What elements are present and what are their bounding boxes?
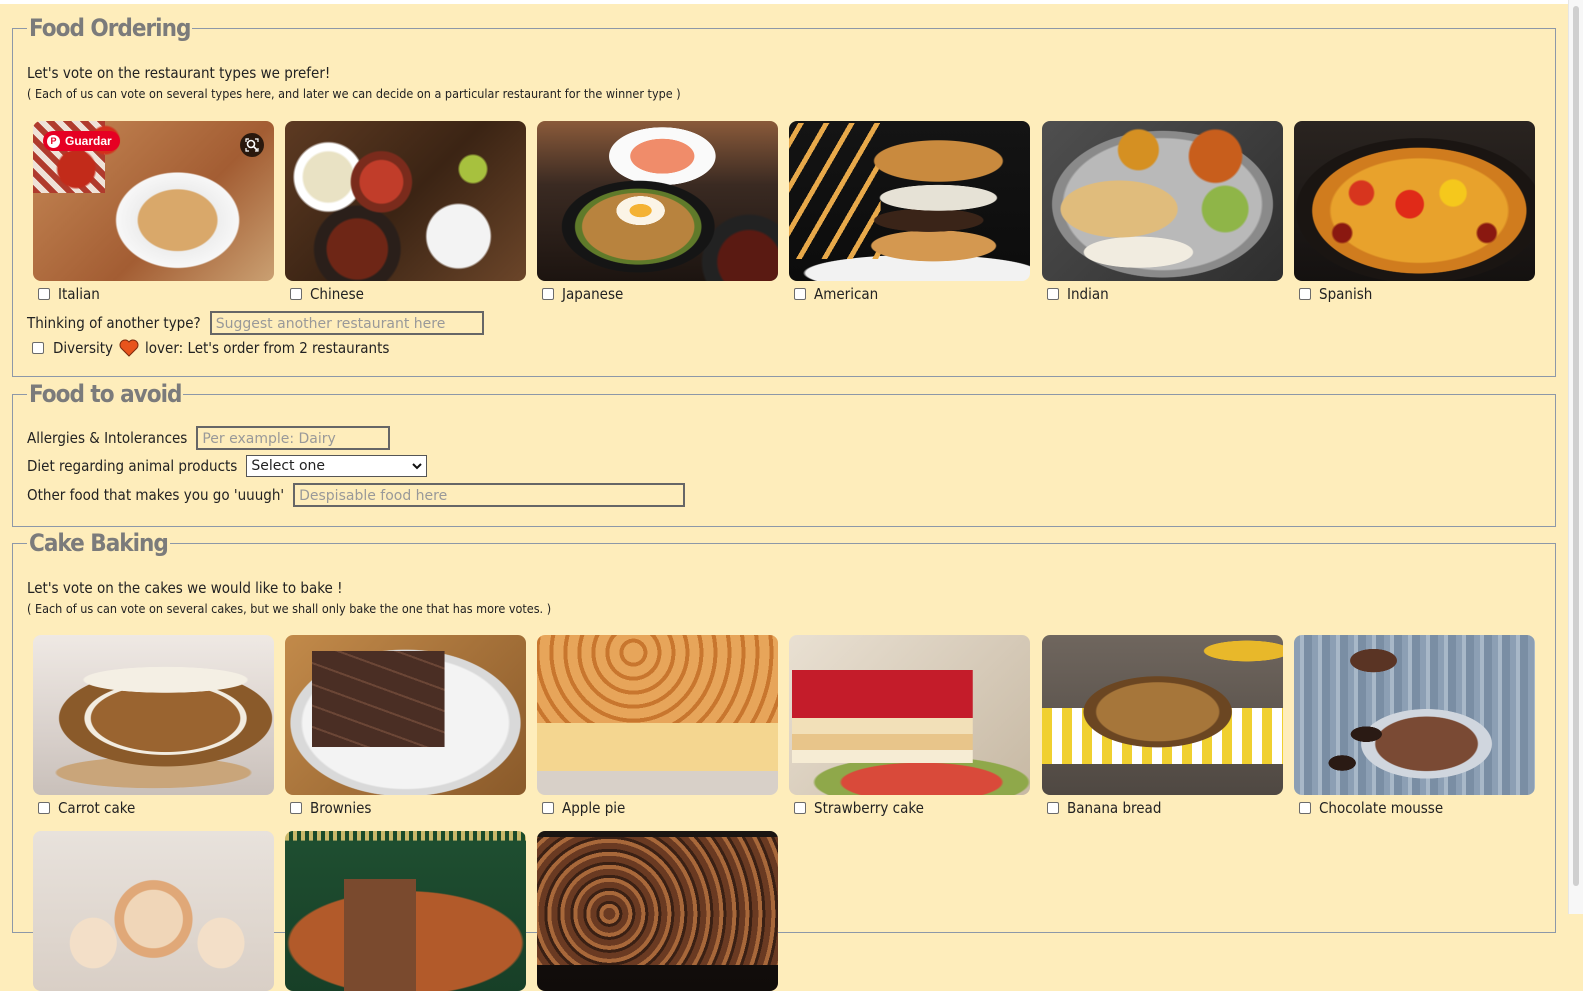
- nut-tart-image: [537, 831, 778, 991]
- apple-pie-image: [537, 635, 778, 795]
- diversity-label-end: lover: Let's order from 2 restaurants: [145, 339, 390, 357]
- banana-bread-checkbox[interactable]: [1047, 802, 1059, 814]
- diet-select[interactable]: Select one: [246, 455, 428, 477]
- allergies-label: Allergies & Intolerances: [27, 429, 188, 447]
- strawberry-cake-label: Strawberry cake: [814, 799, 924, 817]
- chinese-checkbox[interactable]: [290, 288, 302, 300]
- american-food-image: [789, 121, 1030, 281]
- scrollbar-thumb[interactable]: [1573, 6, 1579, 886]
- italian-checkbox[interactable]: [38, 288, 50, 300]
- cake-option-brownies[interactable]: Brownies: [285, 635, 526, 817]
- chocolate-tart-image: [285, 831, 526, 991]
- banana-bread-image: [1042, 635, 1283, 795]
- chinese-food-image: [285, 121, 526, 281]
- food-ordering-note: ( Each of us can vote on several types h…: [27, 86, 681, 101]
- chocolate-mousse-label: Chocolate mousse: [1319, 799, 1444, 817]
- vertical-scrollbar[interactable]: [1568, 0, 1583, 914]
- cake-option-apple-pie[interactable]: Apple pie: [537, 635, 778, 817]
- chevron-down-icon: [412, 462, 423, 469]
- food-to-avoid-legend: Food to avoid: [27, 379, 184, 409]
- american-label: American: [814, 285, 879, 303]
- indian-label: Indian: [1067, 285, 1109, 303]
- spanish-food-image: [1294, 121, 1535, 281]
- food-ordering-legend: Food Ordering: [27, 13, 193, 43]
- diversity-label-start: Diversity: [53, 339, 114, 357]
- diet-select-value: Select one: [251, 458, 326, 474]
- cake-baking-legend: Cake Baking: [27, 528, 170, 558]
- italian-label: Italian: [58, 285, 100, 303]
- indian-checkbox[interactable]: [1047, 288, 1059, 300]
- cake-baking-note: ( Each of us can vote on several cakes, …: [27, 601, 552, 616]
- allergies-input[interactable]: Per example: Dairy: [196, 426, 391, 450]
- another-type-row: Thinking of another type? Suggest anothe…: [27, 311, 484, 335]
- cake-option-banana-bread[interactable]: Banana bread: [1042, 635, 1283, 817]
- cake-option-partial-3[interactable]: [537, 831, 778, 991]
- pinterest-icon: P: [47, 134, 60, 148]
- other-food-row: Other food that makes you go 'uuugh' Des…: [27, 483, 686, 507]
- chinese-label: Chinese: [310, 285, 364, 303]
- allergies-row: Allergies & Intolerances Per example: Da…: [27, 426, 391, 450]
- brownies-label: Brownies: [310, 799, 372, 817]
- apple-pie-checkbox[interactable]: [542, 802, 554, 814]
- spanish-label: Spanish: [1319, 285, 1373, 303]
- food-ordering-intro: Let's vote on the restaurant types we pr…: [27, 64, 331, 82]
- restaurant-option-indian[interactable]: Indian: [1042, 121, 1283, 303]
- cake-option-strawberry-cake[interactable]: Strawberry cake: [789, 635, 1030, 817]
- other-food-label: Other food that makes you go 'uuugh': [27, 486, 285, 504]
- restaurant-option-chinese[interactable]: Chinese: [285, 121, 526, 303]
- chocolate-mousse-checkbox[interactable]: [1299, 802, 1311, 814]
- meringue-pie-image: [33, 831, 274, 991]
- pinterest-save-label: Guardar: [65, 134, 112, 148]
- cake-baking-intro: Let's vote on the cakes we would like to…: [27, 579, 343, 597]
- pinterest-save-button[interactable]: P Guardar: [43, 131, 120, 151]
- visual-search-icon[interactable]: [240, 133, 264, 157]
- restaurant-option-japanese[interactable]: Japanese: [537, 121, 778, 303]
- top-edge: [0, 0, 1583, 4]
- heart-icon: [119, 339, 139, 357]
- cake-option-partial-1[interactable]: [33, 831, 274, 991]
- chocolate-mousse-image: [1294, 635, 1535, 795]
- cake-option-chocolate-mousse[interactable]: Chocolate mousse: [1294, 635, 1535, 817]
- japanese-checkbox[interactable]: [542, 288, 554, 300]
- indian-food-image: [1042, 121, 1283, 281]
- american-checkbox[interactable]: [794, 288, 806, 300]
- carrot-cake-checkbox[interactable]: [38, 802, 50, 814]
- cake-option-carrot-cake[interactable]: Carrot cake: [33, 635, 274, 817]
- diversity-row: Diversity lover: Let's order from 2 rest…: [27, 339, 398, 357]
- japanese-food-image: [537, 121, 778, 281]
- banana-bread-label: Banana bread: [1067, 799, 1162, 817]
- restaurant-option-italian[interactable]: P Guardar Italian: [33, 121, 274, 303]
- cake-option-partial-2[interactable]: [285, 831, 526, 991]
- restaurant-option-american[interactable]: American: [789, 121, 1030, 303]
- spanish-checkbox[interactable]: [1299, 288, 1311, 300]
- brownies-checkbox[interactable]: [290, 802, 302, 814]
- apple-pie-label: Apple pie: [562, 799, 626, 817]
- japanese-label: Japanese: [562, 285, 624, 303]
- brownies-image: [285, 635, 526, 795]
- strawberry-cake-checkbox[interactable]: [794, 802, 806, 814]
- carrot-cake-label: Carrot cake: [58, 799, 136, 817]
- other-food-input[interactable]: Despisable food here: [293, 483, 686, 507]
- italian-food-image: P Guardar: [33, 121, 274, 281]
- diversity-checkbox[interactable]: [32, 342, 44, 354]
- another-type-input[interactable]: Suggest another restaurant here: [209, 311, 484, 335]
- carrot-cake-image: [33, 635, 274, 795]
- another-type-label: Thinking of another type?: [27, 314, 201, 332]
- diet-label: Diet regarding animal products: [27, 457, 238, 475]
- restaurant-option-spanish[interactable]: Spanish: [1294, 121, 1535, 303]
- strawberry-cake-image: [789, 635, 1030, 795]
- diet-row: Diet regarding animal products Select on…: [27, 455, 428, 477]
